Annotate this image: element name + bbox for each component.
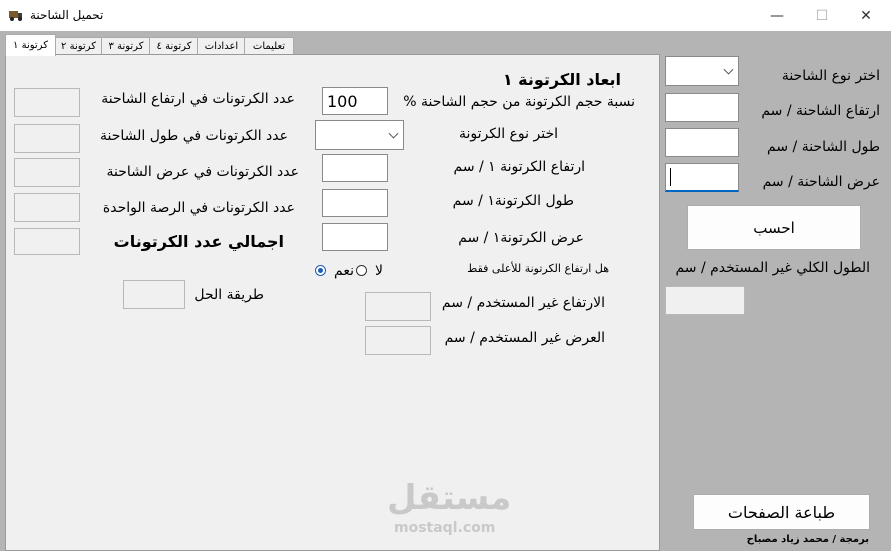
carton-height-label: ارتفاع الكرتونة ١ / سم [453,159,586,175]
chevron-down-icon [388,128,399,139]
watermark-logo: مستقل [387,478,512,518]
unused-width-output [365,326,431,355]
no-label: لا [375,263,383,279]
calculate-button[interactable]: احسب [687,205,861,250]
tab-instructions[interactable]: تعليمات [244,37,294,55]
volume-pct-input[interactable]: 100 [322,87,388,115]
volume-pct-label: نسبة حجم الكرتونة من حجم الشاحنة % [403,94,635,110]
unused-width-label: العرض غير المستخدم / سم [444,330,605,346]
tab-settings[interactable]: اعدادات [197,37,246,55]
close-button[interactable]: ✕ [843,0,889,31]
carton-type-select[interactable] [315,120,404,150]
truck-height-label: ارتفاع الشاحنة / سم [761,103,880,119]
method-output [123,280,185,309]
text-cursor [670,168,671,186]
truck-length-input[interactable] [665,128,739,157]
top-only-label: هل ارتفاع الكرتونة للأعلى فقط [467,262,609,275]
truck-width-input[interactable] [665,163,739,192]
count-height-label: عدد الكرتونات في ارتفاع الشاحنة [101,91,295,107]
count-pallet-output [14,193,80,222]
minimize-button[interactable]: — [754,0,800,31]
count-width-output [14,158,80,187]
carton-type-label: اختر نوع الكرتونة [458,126,558,142]
tab-carton-2[interactable]: كرتونة ٢ [54,37,103,55]
total-count-label: اجمالي عدد الكرتونات [113,232,284,251]
yes-radio[interactable] [315,265,326,276]
truck-type-select[interactable] [665,56,739,86]
truck-height-input[interactable] [665,93,739,122]
carton-length-input[interactable] [322,189,388,217]
truck-width-label: عرض الشاحنة / سم [762,174,880,190]
watermark-url: mostaql.com [394,520,496,536]
carton-width-label: عرض الكرتونة١ / سم [458,230,584,246]
carton-height-input[interactable] [322,154,388,182]
carton-length-label: طول الكرتونة١ / سم [452,193,574,209]
truck-app-icon [9,11,22,21]
count-width-label: عدد الكرتونات في عرض الشاحنة [106,164,299,180]
credit-text: برمجة / محمد زياد مصباح [746,534,869,545]
window-title: تحميل الشاحنة [30,8,104,22]
count-length-label: عدد الكرتونات في طول الشاحنة [99,128,288,144]
carton-heading: ابعاد الكرتونة ١ [502,70,621,89]
unused-length-label: الطول الكلي غير المستخدم / سم [675,260,870,276]
tab-carton-1[interactable]: كرتونة ١ [5,34,56,56]
count-height-output [14,88,80,117]
print-button[interactable]: طباعة الصفحات [693,494,870,530]
no-radio[interactable] [356,265,367,276]
unused-length-output [665,286,745,315]
chevron-down-icon [723,64,734,75]
truck-length-label: طول الشاحنة / سم [767,139,880,155]
total-count-output [14,228,80,255]
unused-height-output [365,292,431,321]
unused-height-label: الارتفاع غير المستخدم / سم [441,295,605,311]
carton-width-input[interactable] [322,223,388,251]
yes-label: نعم [334,263,354,279]
tab-carton-4[interactable]: كرتونة ٤ [149,37,199,55]
truck-type-label: اختر نوع الشاحنة [781,68,880,84]
count-length-output [14,124,80,153]
method-label: طريقة الحل [194,287,264,303]
maximize-button[interactable]: ☐ [799,0,845,31]
count-pallet-label: عدد الكرتونات في الرصة الواحدة [102,200,295,216]
tab-carton-3[interactable]: كرتونة ٣ [101,37,151,55]
